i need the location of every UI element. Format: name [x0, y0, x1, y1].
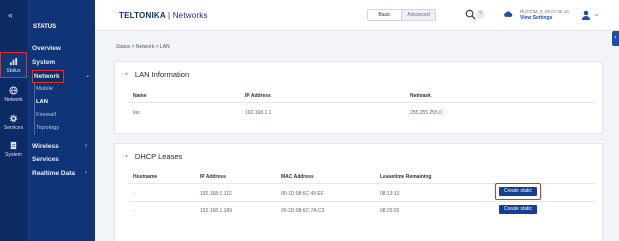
top-header: TELTONIKA | Networks Basic Advanced ? RU…	[95, 0, 619, 46]
table-cell: 00:1D:08:6C:7A:C3	[281, 208, 325, 214]
help-icon[interactable]: ?	[476, 10, 485, 19]
view-settings-link[interactable]: View Settings	[520, 15, 552, 21]
search-icon[interactable]	[465, 9, 476, 20]
column-header: IP Address	[200, 174, 226, 180]
dhcp-leases-card: ^ DHCP Leases Hostname IP Address MAC Ad…	[114, 143, 603, 241]
menu-item-realtime-data[interactable]: Realtime Data	[32, 170, 75, 177]
device-name: RUTCIM_8_00.07.06.10	[520, 9, 569, 14]
column-header: Hostname	[133, 174, 158, 180]
submenu-divider	[34, 83, 35, 135]
column-header: Name	[133, 93, 147, 99]
chevron-right-icon[interactable]: ›	[85, 170, 87, 176]
menu-item-overview[interactable]: Overview	[32, 45, 61, 52]
rail-item-system[interactable]: System	[0, 141, 27, 161]
menu-item-label: Network	[34, 73, 60, 80]
gear-icon	[9, 114, 18, 123]
mode-toggle: Basic Advanced	[367, 9, 436, 21]
rail-item-label: Status	[6, 68, 21, 74]
menu-item-services[interactable]: Services	[32, 156, 59, 163]
create-static-button[interactable]: Create static	[499, 187, 537, 196]
breadcrumb: Status > Network > LAN	[116, 44, 170, 50]
row-divider	[129, 201, 596, 202]
submenu-item-lan[interactable]: LAN	[36, 99, 48, 105]
mode-advanced-button[interactable]: Advanced	[402, 10, 435, 20]
column-header: Netmask	[410, 93, 431, 99]
user-icon[interactable]	[581, 10, 591, 20]
brand-logo[interactable]: TELTONIKA | Networks	[119, 11, 208, 20]
table-cell: 192.168.1.189	[200, 208, 232, 214]
chevron-down-icon[interactable]: ⌄	[85, 72, 90, 79]
rail-item-label: Network	[4, 97, 23, 103]
menu-item-system[interactable]: System	[32, 59, 55, 66]
create-static-button[interactable]: Create static	[499, 205, 537, 214]
left-rail: « Status Network Services System	[0, 0, 27, 241]
chevron-right-icon[interactable]: ›	[85, 143, 87, 149]
submenu-item-mobile[interactable]: Mobile	[36, 86, 53, 92]
rail-item-services[interactable]: Services	[0, 114, 27, 134]
table-cell: 192.168.1.1	[245, 110, 272, 116]
document-icon	[10, 141, 17, 150]
menu-item-wireless[interactable]: Wireless	[32, 143, 59, 150]
brand-name: TELTONIKA	[119, 11, 166, 20]
table-cell: 08:13:10	[380, 191, 400, 197]
rail-item-label: Services	[3, 125, 24, 131]
chevron-left-icon: ‹	[614, 35, 617, 41]
table-cell: lan	[133, 110, 140, 116]
rail-item-label: System	[5, 152, 22, 158]
rail-item-network[interactable]: Network	[0, 86, 27, 106]
column-header: IP Address	[245, 93, 271, 99]
table-cell: -	[133, 208, 135, 214]
submenu-item-topology[interactable]: Topology	[36, 125, 59, 131]
table-cell: -	[133, 191, 135, 197]
collapse-icon[interactable]: «	[8, 10, 13, 20]
table-cell: 00:1D:08:6C:45:EF	[281, 191, 324, 197]
chart-icon	[9, 57, 18, 66]
menu-item-network[interactable]: Network	[32, 70, 64, 83]
menu-heading: STATUS	[33, 24, 57, 30]
chevron-up-icon: ^	[125, 73, 128, 79]
rail-item-status[interactable]: Status	[0, 52, 27, 78]
table-cell: 255.255.255.0	[410, 110, 442, 116]
globe-icon	[9, 86, 18, 95]
mode-basic-button[interactable]: Basic	[368, 10, 402, 20]
product-name: Networks	[172, 11, 208, 20]
side-panel-tab[interactable]: ‹	[612, 31, 619, 46]
section-title: DHCP Leases	[134, 152, 183, 161]
cloud-icon[interactable]	[503, 10, 513, 18]
table-cell: 192.168.1.112	[200, 191, 232, 197]
table-cell: 08:29:02	[380, 208, 400, 214]
column-header: MAC Address	[281, 174, 314, 180]
dhcp-leases-title[interactable]: ^ DHCP Leases	[125, 152, 182, 161]
submenu-item-firewall[interactable]: Firewall	[36, 112, 56, 118]
row-divider	[129, 102, 596, 103]
chevron-down-icon[interactable]: ⌄	[594, 11, 599, 18]
chevron-up-icon: ^	[125, 155, 128, 161]
brand-separator: |	[167, 11, 171, 20]
status-menu: STATUS Overview System Network ⌄ Mobile …	[27, 0, 95, 241]
lan-information-title[interactable]: ^ LAN Information	[125, 70, 189, 79]
section-title: LAN Information	[134, 70, 190, 79]
column-header: Leasetime Remaining	[380, 174, 432, 180]
lan-information-card: ^ LAN Information Name IP Address Netmas…	[114, 61, 603, 134]
